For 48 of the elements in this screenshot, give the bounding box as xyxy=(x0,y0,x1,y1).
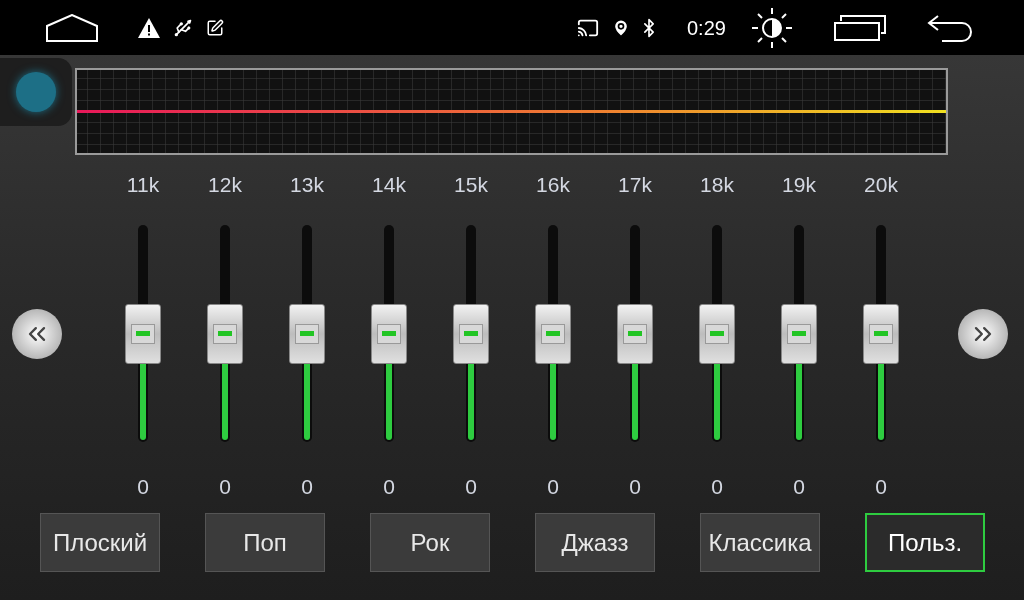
edit-icon xyxy=(206,18,224,37)
preset-button[interactable]: Классика xyxy=(700,513,820,572)
band-value: 0 xyxy=(383,475,395,499)
band-value: 0 xyxy=(465,475,477,499)
slider-thumb[interactable] xyxy=(371,303,407,364)
previous-button[interactable] xyxy=(12,308,62,359)
back-icon[interactable] xyxy=(925,13,972,42)
clock-time: 0:29 xyxy=(687,15,726,41)
slider-thumb[interactable] xyxy=(207,303,243,364)
band-value: 0 xyxy=(137,475,149,499)
preset-button[interactable]: Плоский xyxy=(40,513,160,572)
usb-icon xyxy=(173,17,193,38)
frequency-label: 14k xyxy=(372,173,406,197)
location-pin-icon xyxy=(611,17,631,38)
frequency-label: 11k xyxy=(126,173,160,197)
frequency-label: 18k xyxy=(700,173,734,197)
frequency-label: 16k xyxy=(536,173,570,197)
slider-thumb[interactable] xyxy=(453,303,489,364)
home-icon[interactable] xyxy=(46,13,98,42)
frequency-label: 17k xyxy=(618,173,652,197)
frequency-label: 13k xyxy=(290,173,324,197)
slider-thumb[interactable] xyxy=(125,303,161,364)
preset-button[interactable]: Поп xyxy=(205,513,325,572)
band-value: 0 xyxy=(219,475,231,499)
preset-button[interactable]: Рок xyxy=(370,513,490,572)
frequency-label: 15k xyxy=(454,173,488,197)
slider-thumb[interactable] xyxy=(699,303,735,364)
slider-thumb[interactable] xyxy=(617,303,653,364)
warning-icon xyxy=(138,17,160,38)
preset-button[interactable]: Польз. xyxy=(865,513,985,572)
frequency-label: 20k xyxy=(864,173,898,197)
band-value: 0 xyxy=(711,475,723,499)
recent-apps-icon[interactable] xyxy=(833,14,886,41)
next-button[interactable] xyxy=(958,308,1008,359)
band-value: 0 xyxy=(547,475,559,499)
frequency-label: 12k xyxy=(208,173,242,197)
slider-thumb[interactable] xyxy=(535,303,571,364)
slider-thumb[interactable] xyxy=(781,303,817,364)
brightness-icon[interactable] xyxy=(749,5,794,50)
band-value: 0 xyxy=(301,475,313,499)
band-value: 0 xyxy=(875,475,887,499)
frequency-label: 19k xyxy=(782,173,816,197)
band-value: 0 xyxy=(629,475,641,499)
band-value: 0 xyxy=(793,475,805,499)
preset-button[interactable]: Джазз xyxy=(535,513,655,572)
circle-button[interactable] xyxy=(0,58,72,126)
slider-thumb[interactable] xyxy=(289,303,325,364)
slider-thumb[interactable] xyxy=(863,303,899,364)
